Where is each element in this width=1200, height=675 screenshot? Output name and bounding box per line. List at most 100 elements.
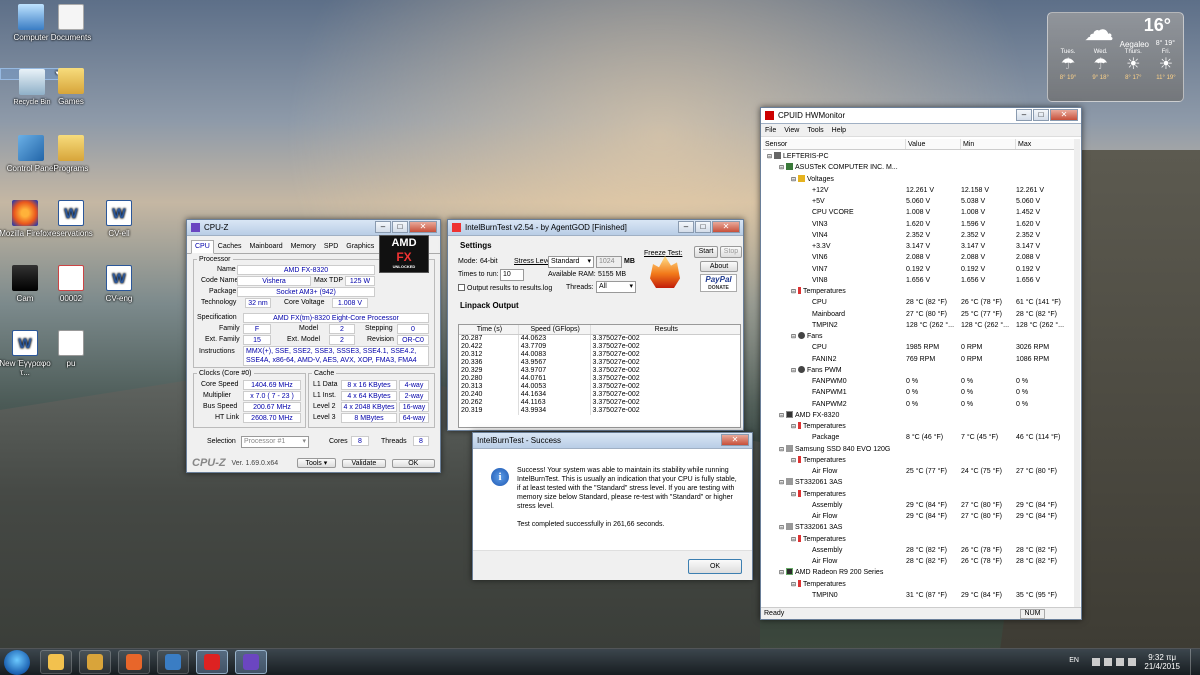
show-desktop-button[interactable]	[1190, 649, 1200, 675]
taskbar-button[interactable]	[40, 650, 72, 674]
flag-icon[interactable]	[1128, 658, 1136, 666]
minimize-button[interactable]: –	[375, 221, 391, 233]
tree-row[interactable]: Assembly 29 °C (84 °F) 27 °C (80 °F) 29 °C …	[763, 500, 1077, 511]
tab-graphics[interactable]: Graphics	[342, 240, 378, 253]
tab-mainboard[interactable]: Mainboard	[246, 240, 287, 253]
menu-view[interactable]: View	[784, 127, 799, 134]
tree-row[interactable]: Air Flow 28 °C (82 °F) 26 °C (78 °F) 28 °C …	[763, 556, 1077, 567]
col-sensor[interactable]: Sensor	[763, 139, 906, 149]
expand-toggle-icon[interactable]: ⊟	[791, 456, 798, 466]
weather-gadget[interactable]: ☁ 16° Aegaleo 8° 19° Tues. ☂ 8° 19° Wed. ☂ 9°…	[1047, 12, 1184, 102]
tree-row[interactable]: ⊟ Temperatures	[763, 489, 1077, 500]
maximize-button[interactable]: □	[392, 221, 408, 233]
tree-row[interactable]: ⊟ LEFTERIS-PC	[763, 151, 1077, 162]
expand-toggle-icon[interactable]: ⊟	[791, 332, 798, 342]
paypal-donate-button[interactable]: PayPal DONATE	[700, 274, 737, 292]
tree-row[interactable]: VIN8 1.656 V 1.656 V 1.656 V	[763, 275, 1077, 286]
about-button[interactable]: About	[700, 261, 738, 272]
tree-row[interactable]: ⊟ Temperatures	[763, 579, 1077, 590]
close-button[interactable]: ✕	[409, 221, 437, 233]
clock[interactable]: 9:32 πμ 21/4/2015	[1144, 653, 1180, 671]
expand-toggle-icon[interactable]: ⊟	[791, 580, 798, 590]
tree-row[interactable]: VIN4 2.352 V 2.352 V 2.352 V	[763, 230, 1077, 241]
tree-row[interactable]: Package 8 °C (46 °F) 7 °C (45 °F) 46 °C (11…	[763, 432, 1077, 443]
threads-select[interactable]: All	[596, 281, 636, 293]
minimize-button[interactable]: –	[678, 221, 694, 233]
desktop-icon[interactable]: Programs	[40, 135, 102, 173]
minimize-button[interactable]: –	[1016, 109, 1032, 121]
tree-row[interactable]: VIN3 1.620 V 1.596 V 1.620 V	[763, 219, 1077, 230]
dialog-titlebar[interactable]: IntelBurnTest - Success ✕	[473, 433, 752, 449]
volume-icon[interactable]	[1116, 658, 1124, 666]
tree-row[interactable]: ⊟ Fans PWM	[763, 365, 1077, 376]
tab-spd[interactable]: SPD	[320, 240, 342, 253]
stress-select[interactable]: Standard	[548, 256, 594, 268]
taskbar-button[interactable]	[157, 650, 189, 674]
expand-toggle-icon[interactable]: ⊟	[779, 163, 786, 173]
tab-memory[interactable]: Memory	[287, 240, 320, 253]
expand-toggle-icon[interactable]: ⊟	[791, 175, 798, 185]
menu-tools[interactable]: Tools	[807, 127, 823, 134]
tree-row[interactable]: CPU 28 °C (82 °F) 26 °C (78 °F) 61 °C (141 …	[763, 297, 1077, 308]
expand-toggle-icon[interactable]: ⊟	[779, 523, 786, 533]
tree-row[interactable]: FANPWM0 0 % 0 % 0 %	[763, 376, 1077, 387]
expand-toggle-icon[interactable]: ⊟	[791, 366, 798, 376]
tab-cpu[interactable]: CPU	[191, 240, 214, 254]
language-indicator[interactable]: EN	[1069, 657, 1079, 664]
start-button[interactable]: Start	[694, 246, 718, 258]
tree-row[interactable]: ⊟ ST332061 3AS	[763, 522, 1077, 533]
tree-row[interactable]: +12V 12.261 V 12.158 V 12.261 V	[763, 185, 1077, 196]
col-min[interactable]: Min	[961, 139, 1016, 149]
memory-input[interactable]: 1024	[596, 256, 622, 268]
tree-row[interactable]: VIN6 2.088 V 2.088 V 2.088 V	[763, 252, 1077, 263]
expand-toggle-icon[interactable]: ⊟	[779, 478, 786, 488]
ok-button[interactable]: OK	[391, 458, 435, 468]
ibt-titlebar[interactable]: IntelBurnTest v2.54 - by AgentGOD [Finis…	[448, 220, 743, 236]
tree-row[interactable]: ⊟ Samsung SSD 840 EVO 120G	[763, 444, 1077, 455]
desktop-icon[interactable]: pu	[40, 330, 102, 368]
tree-row[interactable]: +5V 5.060 V 5.038 V 5.060 V	[763, 196, 1077, 207]
dialog-ok-button[interactable]: OK	[688, 559, 742, 574]
tree-row[interactable]: ⊟ ASUSTeK COMPUTER INC. M...	[763, 162, 1077, 173]
tree-row[interactable]: CPU VCORE 1.008 V 1.008 V 1.452 V	[763, 207, 1077, 218]
tree-row[interactable]: ⊟ AMD Radeon R9 200 Series	[763, 567, 1077, 578]
expand-toggle-icon[interactable]: ⊟	[791, 490, 798, 500]
expand-toggle-icon[interactable]: ⊟	[779, 411, 786, 421]
tree-row[interactable]: TMPIN2 128 °C (262 °... 128 °C (262 °... 12…	[763, 320, 1077, 331]
close-button[interactable]: ✕	[1050, 109, 1078, 121]
tree-row[interactable]: +3.3V 3.147 V 3.147 V 3.147 V	[763, 241, 1077, 252]
col-value[interactable]: Value	[906, 139, 961, 149]
desktop-icon[interactable]: Games	[40, 68, 102, 106]
tree-row[interactable]: ⊟ AMD FX-8320	[763, 410, 1077, 421]
tree-row[interactable]: ⊟ ST332061 3AS	[763, 477, 1077, 488]
tree-row[interactable]: CPU 1985 RPM 0 RPM 3026 RPM	[763, 342, 1077, 353]
col-max[interactable]: Max	[1016, 139, 1077, 149]
close-button[interactable]: ✕	[721, 434, 749, 446]
expand-toggle-icon[interactable]: ⊟	[791, 535, 798, 545]
expand-toggle-icon[interactable]: ⊟	[779, 568, 786, 578]
network-icon[interactable]	[1104, 658, 1112, 666]
processor-select[interactable]: Processor #1	[241, 436, 309, 448]
desktop-icon[interactable]: Documents	[40, 4, 102, 42]
tree-row[interactable]: FANPWM1 0 % 0 % 0 %	[763, 387, 1077, 398]
start-button[interactable]	[4, 650, 30, 675]
tree-row[interactable]: ⊟ Temperatures	[763, 534, 1077, 545]
tree-row[interactable]: Mainboard 27 °C (80 °F) 25 °C (77 °F) 28 °C…	[763, 309, 1077, 320]
tray-chevron-icon[interactable]	[1092, 658, 1100, 666]
flame-icon[interactable]	[650, 256, 680, 288]
tree-row[interactable]: ⊟ Temperatures	[763, 421, 1077, 432]
tab-caches[interactable]: Caches	[214, 240, 246, 253]
tree-row[interactable]: FANIN2 769 RPM 0 RPM 1086 RPM	[763, 354, 1077, 365]
tree-row[interactable]: Air Flow 29 °C (84 °F) 27 °C (80 °F) 29 °C …	[763, 511, 1077, 522]
tools-button[interactable]: Tools ▾	[296, 458, 337, 468]
desktop-icon[interactable]: CV-ell	[88, 200, 150, 238]
maximize-button[interactable]: □	[1033, 109, 1049, 121]
taskbar-button[interactable]	[79, 650, 111, 674]
tree-row[interactable]: VIN7 0.192 V 0.192 V 0.192 V	[763, 264, 1077, 275]
tree-row[interactable]: Air Flow 25 °C (77 °F) 24 °C (75 °F) 27 °C …	[763, 466, 1077, 477]
tree-row[interactable]: TMPIN0 31 °C (87 °F) 29 °C (84 °F) 35 °C (9…	[763, 590, 1077, 601]
taskbar-button[interactable]	[235, 650, 267, 674]
hwm-titlebar[interactable]: CPUID HWMonitor – □ ✕	[761, 108, 1081, 124]
expand-toggle-icon[interactable]: ⊟	[779, 445, 786, 455]
hwm-scrollbar[interactable]	[1074, 139, 1080, 607]
